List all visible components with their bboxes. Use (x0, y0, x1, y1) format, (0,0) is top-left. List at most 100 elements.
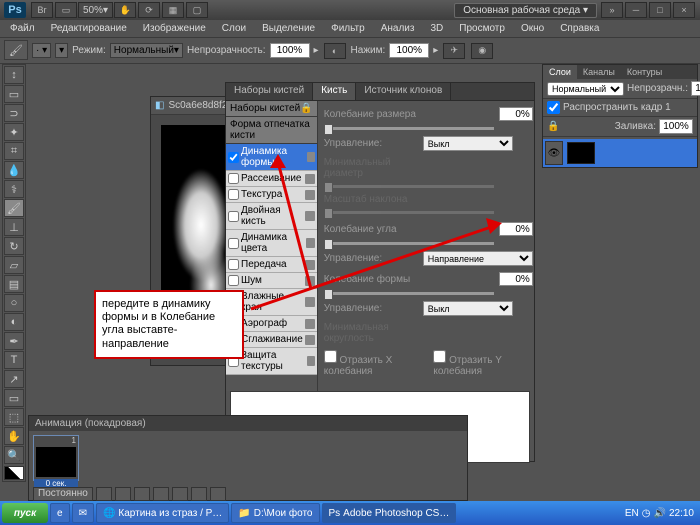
taskbar-item[interactable]: 📁D:\Мои фото (231, 503, 319, 523)
airbrush-icon[interactable]: ✈ (443, 43, 465, 59)
round-control-select[interactable]: Выкл (423, 301, 513, 316)
system-tray[interactable]: EN ◷ 🔊 22:10 (621, 508, 698, 519)
workspace-switcher[interactable]: Основная рабочая среда ▾ (454, 3, 597, 18)
ql-ie-icon[interactable]: e (50, 503, 70, 523)
lasso-tool[interactable]: ⊃ (4, 104, 24, 122)
tab-clone-source[interactable]: Источник клонов (356, 83, 451, 100)
menu-view[interactable]: Просмотр (451, 21, 513, 36)
brush-option-1[interactable]: Рассеивание (226, 171, 317, 187)
minimize-button[interactable]: ─ (625, 2, 647, 18)
menu-select[interactable]: Выделение (254, 21, 323, 36)
maximize-button[interactable]: □ (649, 2, 671, 18)
tab-brush-presets[interactable]: Наборы кистей (226, 83, 313, 100)
brush-option-5[interactable]: Передача (226, 257, 317, 273)
heal-tool[interactable]: ⚕ (4, 180, 24, 198)
bridge-button[interactable]: Br (31, 2, 53, 18)
tablet-pressure-icon[interactable]: ◉ (471, 43, 493, 59)
hand-tool[interactable]: ✋ (4, 427, 24, 445)
brush-option-check[interactable] (228, 238, 239, 249)
path-tool[interactable]: ↗ (4, 370, 24, 388)
eyedropper-tool[interactable]: 💧 (4, 161, 24, 179)
tray-icon[interactable]: 🔊 (654, 508, 666, 519)
delete-frame-button[interactable] (210, 487, 226, 501)
brush-option-check[interactable] (228, 173, 239, 184)
rotate-button[interactable]: ⟳ (138, 2, 160, 18)
dodge-tool[interactable]: ◐ (4, 313, 24, 331)
size-jitter-input[interactable] (499, 107, 533, 121)
animation-frame[interactable]: 1 0 сек. (33, 435, 79, 481)
3d-tool[interactable]: ⬚ (4, 408, 24, 426)
zoom-tool[interactable]: 🔍 (4, 446, 24, 464)
brush-tip-head[interactable]: Форма отпечатка кисти (226, 117, 317, 144)
menu-edit[interactable]: Редактирование (43, 21, 135, 36)
brush-option-3[interactable]: Двойная кисть (226, 203, 317, 230)
move-tool[interactable]: ↕ (4, 66, 24, 84)
wand-tool[interactable]: ✦ (4, 123, 24, 141)
size-control-select[interactable]: Выкл (423, 136, 513, 151)
tab-layers[interactable]: Слои (543, 65, 577, 79)
blend-mode-select[interactable]: Нормальный ▾ (110, 43, 183, 58)
brush-option-4[interactable]: Динамика цвета (226, 230, 317, 257)
gradient-tool[interactable]: ▤ (4, 275, 24, 293)
menu-image[interactable]: Изображение (135, 21, 214, 36)
tab-paths[interactable]: Контуры (621, 65, 668, 79)
lang-indicator[interactable]: EN (625, 508, 639, 519)
brush-option-2[interactable]: Текстура (226, 187, 317, 203)
history-brush-tool[interactable]: ↻ (4, 237, 24, 255)
menu-help[interactable]: Справка (552, 21, 607, 36)
tablet-opacity-icon[interactable]: ◐ (324, 43, 346, 59)
screen-button[interactable]: ▢ (186, 2, 208, 18)
loop-select[interactable]: Постоянно (33, 487, 93, 501)
new-frame-button[interactable] (191, 487, 207, 501)
layer-opacity-input[interactable] (691, 81, 700, 96)
visibility-icon[interactable]: 👁 (545, 141, 563, 165)
eraser-tool[interactable]: ▱ (4, 256, 24, 274)
close-button[interactable]: × (673, 2, 695, 18)
brush-option-check[interactable] (228, 211, 239, 222)
flow-input[interactable] (389, 43, 429, 58)
zoom-select[interactable]: 50% ▾ (78, 2, 113, 18)
menu-3d[interactable]: 3D (422, 21, 451, 36)
view-button[interactable]: ▭ (55, 2, 77, 18)
tab-channels[interactable]: Каналы (577, 65, 621, 79)
clock[interactable]: 22:10 (669, 508, 694, 519)
brush-option-check[interactable] (228, 259, 239, 270)
brush-presets-head[interactable]: Наборы кистей🔒 (226, 101, 317, 117)
tab-brush[interactable]: Кисть (313, 83, 356, 100)
round-jitter-slider[interactable] (324, 292, 494, 295)
menu-window[interactable]: Окно (513, 21, 552, 36)
brush-size[interactable]: ▾ (55, 43, 68, 58)
brush-option-6[interactable]: Шум (226, 273, 317, 289)
arrange-button[interactable]: ▦ (162, 2, 184, 18)
layer-thumb[interactable] (567, 142, 595, 164)
ql-mail-icon[interactable]: ✉ (72, 503, 94, 523)
opacity-input[interactable] (270, 43, 310, 58)
angle-control-select[interactable]: Направление (423, 251, 533, 266)
crop-tool[interactable]: ⌗ (4, 142, 24, 160)
rewind-button[interactable] (96, 487, 112, 501)
flip-y-check[interactable] (433, 350, 446, 363)
lock-icon[interactable]: 🔒 (547, 121, 559, 132)
menu-file[interactable]: Файл (2, 21, 43, 36)
fill-input[interactable] (659, 119, 693, 134)
layer-row[interactable]: 👁 (543, 139, 697, 167)
blur-tool[interactable]: ○ (4, 294, 24, 312)
flip-x-check[interactable] (324, 350, 337, 363)
tween-button[interactable] (172, 487, 188, 501)
play-button[interactable] (134, 487, 150, 501)
menu-layer[interactable]: Слои (214, 21, 254, 36)
layer-blend-select[interactable]: Нормальный (547, 82, 624, 96)
brush-tool[interactable]: 🖌 (4, 199, 24, 217)
brush-option-0[interactable]: Динамика формы (226, 144, 317, 171)
menu-analysis[interactable]: Анализ (373, 21, 423, 36)
start-button[interactable]: пуск (2, 503, 48, 523)
expand-button[interactable]: » (601, 2, 623, 18)
marquee-tool[interactable]: ▭ (4, 85, 24, 103)
spread-check[interactable] (547, 101, 560, 114)
tray-icon[interactable]: ◷ (642, 508, 651, 519)
shape-tool[interactable]: ▭ (4, 389, 24, 407)
taskbar-item[interactable]: 🌐Картина из страз / Р… (96, 503, 229, 523)
stamp-tool[interactable]: ⊥ (4, 218, 24, 236)
brush-option-check[interactable] (228, 152, 239, 163)
round-jitter-input[interactable] (499, 272, 533, 286)
